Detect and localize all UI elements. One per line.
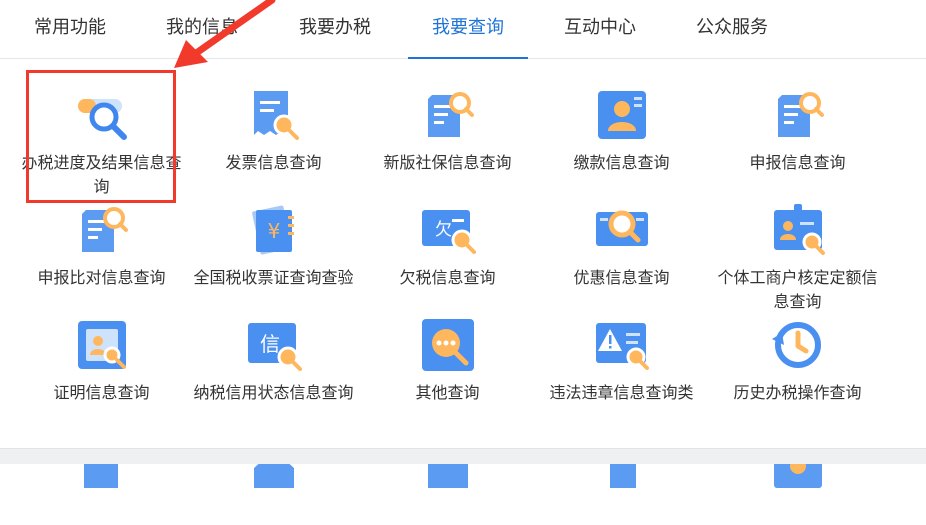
query-item-label: 历史办税操作查询 [733,383,862,402]
query-item-label: 申报信息查询 [749,153,846,172]
query-item-violation[interactable]: 违法违章信息查询类 [534,295,709,410]
query-item-label: 缴款信息查询 [573,153,670,172]
tab-public-service[interactable]: 公众服务 [672,0,792,58]
query-item-certificate[interactable]: 证明信息查询 [14,295,189,410]
invoice-search-icon [254,91,299,140]
query-item-invoice[interactable]: 发票信息查询 [186,65,361,180]
query-item-label: 欠税信息查询 [399,268,496,287]
progress-search-icon [78,99,127,140]
tab-bar: 常用功能 我的信息 我要办税 我要查询 互动中心 公众服务 [0,0,926,59]
social-security-search-icon [428,92,474,137]
svg-text:欠: 欠 [435,220,452,240]
query-item-label: 发票信息查询 [225,153,322,172]
business-quota-icon [774,204,825,255]
query-item-label: 申报比对信息查询 [37,268,166,287]
query-item-label: 证明信息查询 [53,383,150,402]
query-item-label: 违法违章信息查询类 [549,383,694,402]
query-item-partial[interactable] [534,410,709,525]
query-item-label: 全国税收票证查询查验 [193,268,354,287]
query-item-other[interactable]: 其他查询 [360,295,535,410]
query-item-tax-arrears[interactable]: 欠 欠税信息查询 [360,180,535,295]
tab-query[interactable]: 我要查询 [408,0,528,59]
query-item-credit-status[interactable]: 信 纳税信用状态信息查询 [186,295,361,410]
query-item-social-security[interactable]: 新版社保信息查询 [360,65,535,180]
svg-text:¥: ¥ [268,219,281,243]
credit-status-icon: 信 [248,323,302,371]
payment-profile-icon [598,91,646,139]
tab-tax-handling[interactable]: 我要办税 [275,0,395,58]
query-item-label: 纳税信用状态信息查询 [193,383,354,402]
query-item-partial[interactable] [14,410,189,525]
query-item-declaration-compare[interactable]: 申报比对信息查询 [14,180,189,295]
tab-my-info[interactable]: 我的信息 [142,0,262,58]
query-item-partial[interactable] [710,410,885,525]
query-item-partial[interactable] [186,410,361,525]
tax-voucher-icon: ¥ [252,205,294,255]
query-item-history[interactable]: 历史办税操作查询 [710,295,885,410]
query-item-declaration[interactable]: 申报信息查询 [710,65,885,180]
svg-text:信: 信 [260,332,280,356]
query-item-progress[interactable]: 办税进度及结果信息查询 [14,65,189,196]
declaration-search-icon [778,92,824,137]
query-item-payment[interactable]: 缴款信息查询 [534,65,709,180]
query-item-tax-voucher[interactable]: ¥ 全国税收票证查询查验 [186,180,361,295]
horizontal-scrollbar[interactable] [0,448,926,464]
tax-arrears-icon: 欠 [422,210,476,254]
declaration-compare-icon [82,207,128,252]
query-item-label: 新版社保信息查询 [383,153,512,172]
certificate-icon [78,321,126,369]
violation-warning-icon [596,323,649,370]
query-grid: 办税进度及结果信息查询 发票信息查询 新版社保信息查询 缴款信息查询 申报信息查… [0,60,926,488]
more-query-icon [422,319,474,371]
history-icon [772,322,821,368]
preferential-search-icon [596,210,648,246]
query-item-label: 其他查询 [415,383,480,402]
query-item-business-quota[interactable]: 个体工商户核定定额信息查询 [710,180,885,311]
tab-interaction-center[interactable]: 互动中心 [540,0,660,58]
query-item-partial[interactable] [360,410,535,525]
query-item-preferential[interactable]: 优惠信息查询 [534,180,709,295]
query-item-label: 优惠信息查询 [573,268,670,287]
tab-common-functions[interactable]: 常用功能 [10,0,130,58]
